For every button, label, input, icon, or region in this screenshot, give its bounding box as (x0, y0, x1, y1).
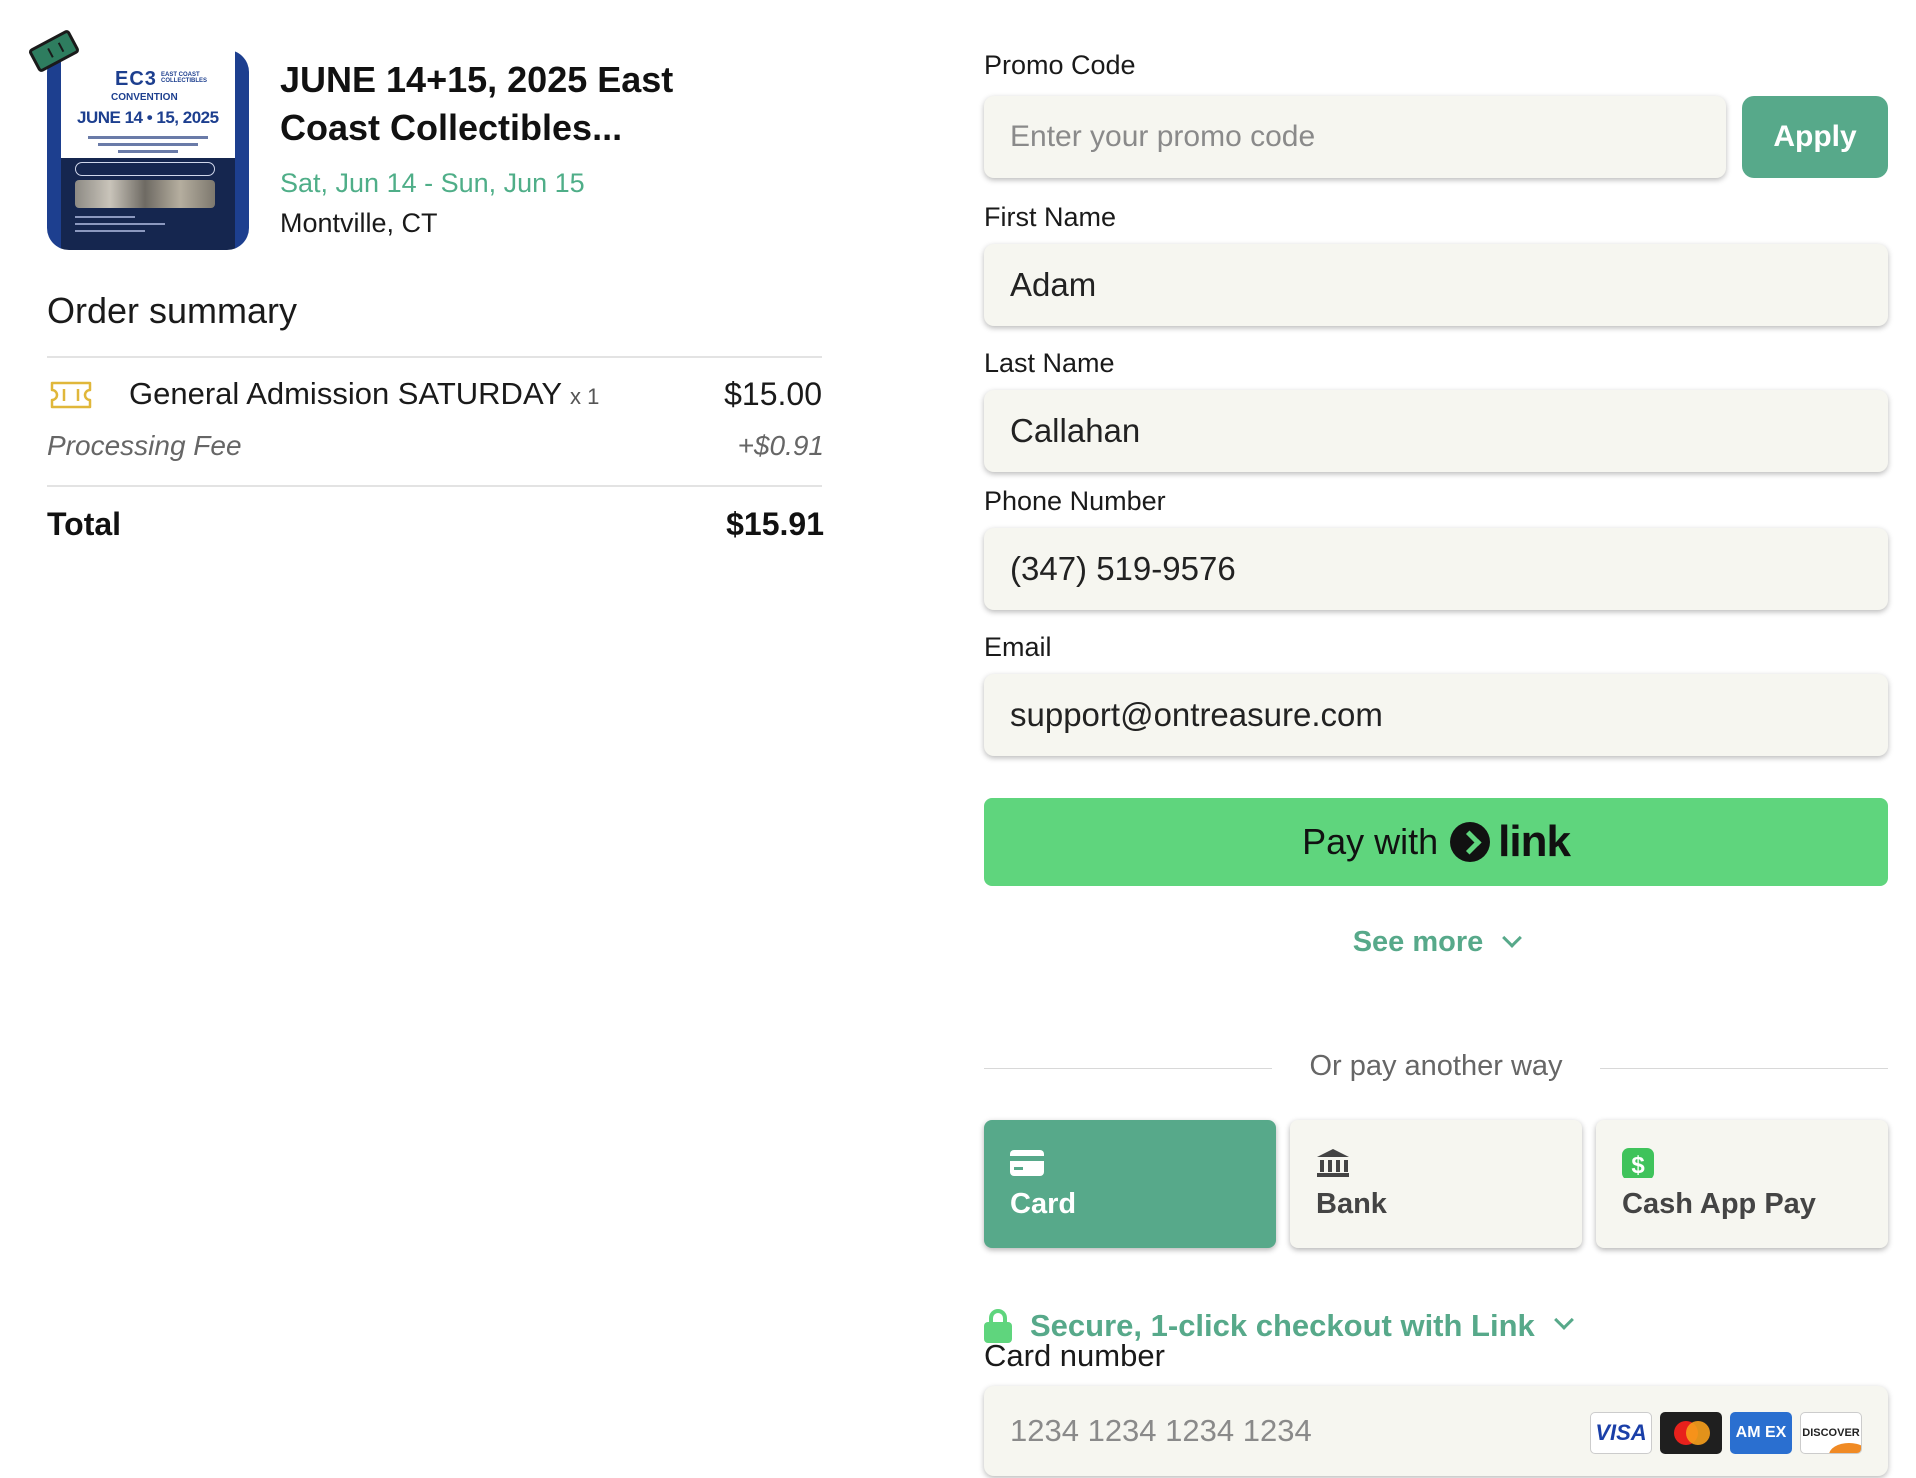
phone-input[interactable]: (347) 519-9576 (984, 528, 1888, 610)
svg-text:$: $ (1631, 1152, 1645, 1178)
item-price: $15.00 (724, 376, 822, 412)
poster-convention: CONVENTION (111, 92, 178, 103)
email-label: Email (984, 632, 1052, 662)
order-summary-panel: EC3 EAST COAST COLLECTIBLES CONVENTION JU… (27, 28, 824, 542)
first-name-input[interactable]: Adam (984, 244, 1888, 326)
last-name-label: Last Name (984, 348, 1115, 378)
chevron-down-icon (1553, 1310, 1574, 1330)
divider-line (1600, 1068, 1888, 1069)
phone-label: Phone Number (984, 486, 1166, 516)
amex-icon: AM EX (1730, 1412, 1792, 1454)
card-icon (1010, 1150, 1044, 1176)
promo-code-input[interactable]: Enter your promo code (984, 96, 1726, 178)
chevron-down-icon (1502, 928, 1523, 948)
see-more-label: See more (1352, 926, 1484, 958)
link-brand: link (1498, 817, 1571, 866)
event-title: JUNE 14+15, 2025 East Coast Collectibles… (280, 59, 674, 148)
processing-fee-amount: +$0.91 (737, 430, 824, 461)
poster-date: JUNE 14 • 15, 2025 (77, 108, 219, 127)
pay-with-label: Pay with (1302, 821, 1439, 862)
order-summary-title: Order summary (47, 290, 298, 331)
cash-app-icon: $ (1622, 1148, 1654, 1178)
apply-button[interactable]: Apply (1742, 96, 1888, 178)
card-number-placeholder: 1234 1234 1234 1234 (1010, 1413, 1312, 1448)
link-logo-icon (1450, 822, 1491, 862)
see-more-button[interactable]: See more (984, 926, 1888, 959)
total-label: Total (47, 506, 122, 542)
email-input[interactable]: support@ontreasure.com (984, 674, 1888, 756)
payment-method-cash-app[interactable]: $ Cash App Pay (1596, 1120, 1888, 1248)
payment-method-card[interactable]: Card (984, 1120, 1276, 1248)
payment-method-label: Cash App Pay (1622, 1188, 1816, 1220)
bank-icon (1317, 1149, 1349, 1177)
or-pay-another-way: Or pay another way (1309, 1050, 1563, 1082)
poster-logo: EC3 EAST COAST COLLECTIBLES (115, 68, 207, 90)
total-amount: $15.91 (726, 506, 824, 542)
promo-code-label: Promo Code (984, 50, 1136, 80)
payment-method-label: Card (1010, 1188, 1077, 1220)
pay-with-link-button[interactable]: Pay with link (984, 798, 1888, 886)
payment-method-label: Bank (1316, 1188, 1387, 1220)
item-name: General Admission SATURDAY x 1 (129, 376, 600, 411)
payment-method-bank[interactable]: Bank (1290, 1120, 1582, 1248)
event-header: EC3 EAST COAST COLLECTIBLES CONVENTION JU… (27, 28, 822, 260)
or-divider: Or pay another way (984, 1048, 1888, 1088)
card-number-input[interactable]: 1234 1234 1234 1234 VISA AM EX DISCOVER (984, 1386, 1888, 1476)
last-name-input[interactable]: Callahan (984, 390, 1888, 472)
event-dates: Sat, Jun 14 - Sun, Jun 15 (280, 168, 585, 198)
card-brands: VISA AM EX DISCOVER (1590, 1412, 1862, 1454)
ticket-icon (50, 381, 92, 409)
event-poster: EC3 EAST COAST COLLECTIBLES CONVENTION JU… (27, 28, 249, 250)
mastercard-icon (1660, 1412, 1722, 1454)
card-number-label: Card number (984, 1338, 1165, 1373)
processing-fee-label: Processing Fee (47, 430, 242, 461)
first-name-label: First Name (984, 202, 1117, 232)
divider (47, 356, 822, 358)
visa-icon: VISA (1590, 1412, 1652, 1454)
event-location: Montville, CT (280, 208, 438, 238)
line-item: General Admission SATURDAY x 1 $15.00 (47, 374, 822, 420)
discover-icon: DISCOVER (1800, 1412, 1862, 1454)
divider (47, 485, 822, 487)
item-quantity: x 1 (570, 384, 600, 409)
